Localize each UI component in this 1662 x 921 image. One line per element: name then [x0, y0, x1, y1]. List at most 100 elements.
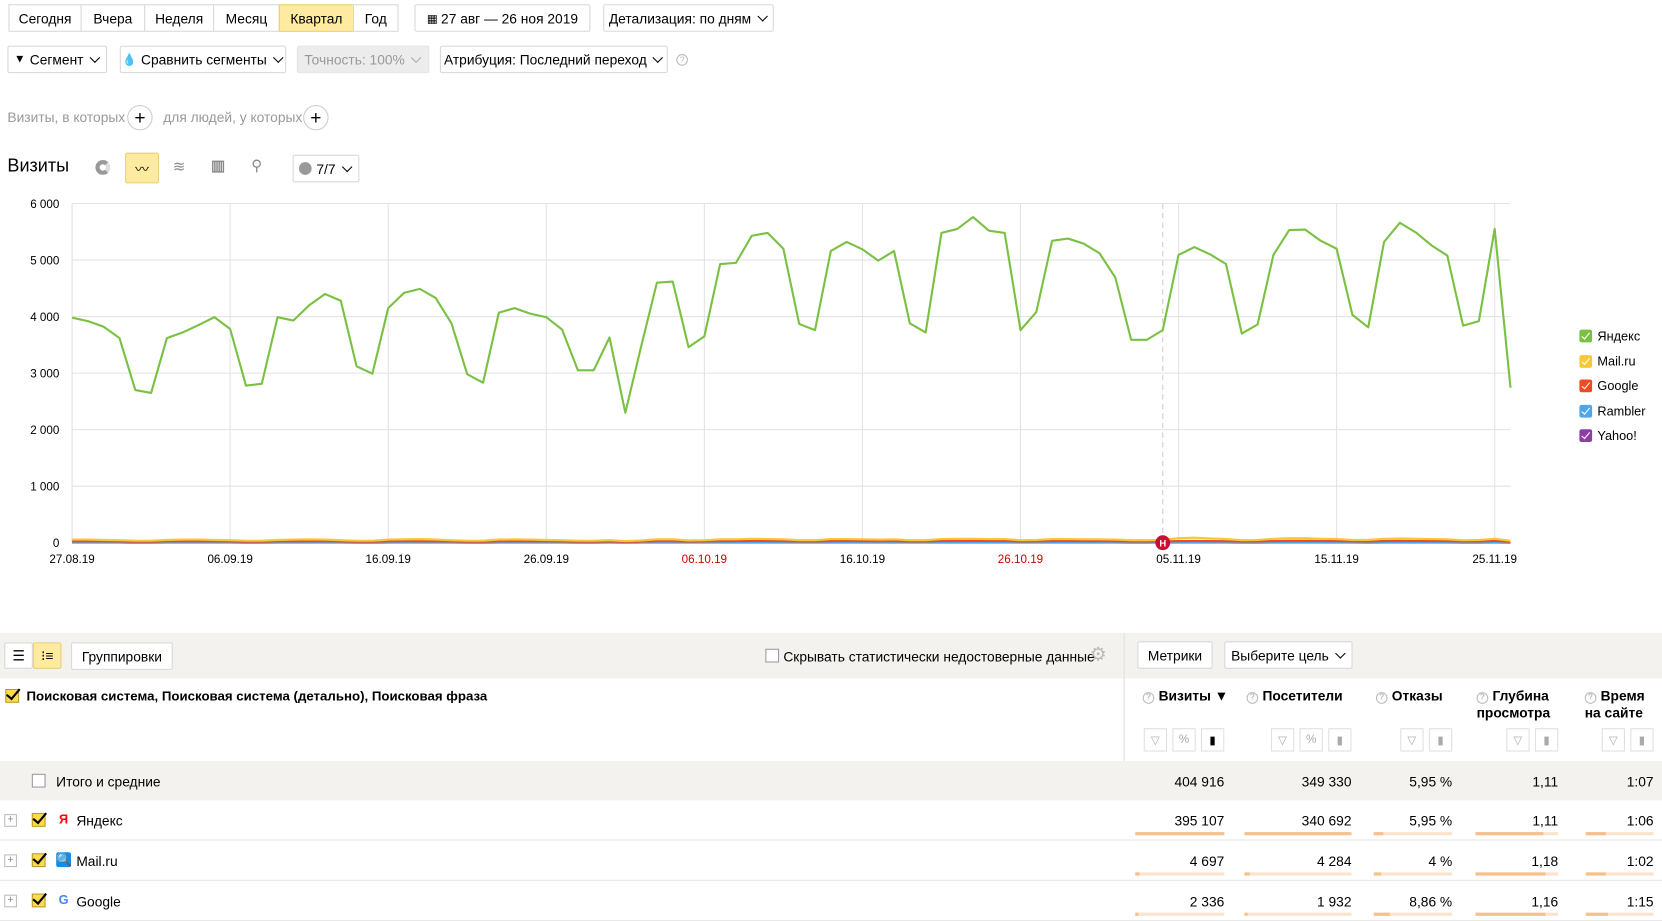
expand-icon[interactable]: + [4, 854, 17, 867]
list-view-icon[interactable]: ☰ [4, 642, 33, 669]
percent-icon[interactable]: % [1300, 728, 1323, 751]
yandex-icon: Я [56, 812, 71, 827]
percent-icon[interactable]: % [1172, 728, 1195, 751]
period-0[interactable]: Сегодня [8, 4, 81, 32]
cell-bar-fill [1374, 872, 1382, 875]
period-4[interactable]: Квартал [279, 4, 354, 32]
column-header-3[interactable]: ?Глубинапросмотра [1477, 688, 1551, 722]
filter-visits-label: Визиты, в которых [7, 109, 125, 125]
series-line-0[interactable] [72, 217, 1510, 413]
cell-bar [1374, 832, 1452, 835]
add-visit-condition-button[interactable]: + [127, 105, 152, 130]
legend-item[interactable]: Rambler [1579, 403, 1645, 418]
detail-dropdown[interactable]: Детализация: по дням [603, 4, 774, 32]
period-2[interactable]: Неделя [144, 4, 214, 32]
column-header-0[interactable]: ?Визиты ▼ [1143, 688, 1229, 705]
period-3[interactable]: Месяц [213, 4, 280, 32]
totals-checkbox[interactable] [32, 774, 46, 788]
cell-value: 4 284 [1317, 853, 1351, 869]
column-header-2[interactable]: ?Отказы [1376, 688, 1443, 705]
filter-icon[interactable]: ▽ [1271, 728, 1294, 751]
series-selector[interactable]: 7/7 [293, 155, 360, 183]
total-value: 1:07 [1627, 774, 1654, 790]
row-checkbox[interactable] [32, 894, 46, 908]
x-tick-label: 26.09.19 [524, 553, 569, 566]
row-checkbox[interactable] [32, 853, 46, 867]
cell-bar-fill [1374, 832, 1383, 835]
segment-button[interactable]: ▼Сегмент [7, 46, 107, 74]
cell-bar-fill [1135, 832, 1224, 835]
accuracy-dropdown[interactable]: Точность: 100% [297, 46, 430, 74]
filter-icon[interactable]: ▽ [1400, 728, 1423, 751]
cell-bar [1476, 832, 1559, 835]
help-icon[interactable]: ? [1585, 692, 1597, 704]
add-people-condition-button[interactable]: + [303, 105, 328, 130]
x-tick-label: 15.11.19 [1314, 553, 1359, 566]
period-5[interactable]: Год [353, 4, 399, 32]
cell-value: 340 692 [1302, 813, 1352, 829]
filter-icon[interactable]: ▽ [1602, 728, 1625, 751]
bars-icon[interactable]: ▮ [1535, 728, 1558, 751]
attribution-dropdown[interactable]: Атрибуция: Последний переход [440, 46, 668, 74]
hide-unreliable-checkbox[interactable] [765, 649, 779, 663]
cell-value: 1:06 [1627, 813, 1654, 829]
total-value: 404 916 [1174, 774, 1224, 790]
map-pin-icon[interactable]: ⚲ [251, 157, 262, 175]
cell-bar-fill [1374, 913, 1390, 916]
bars-icon[interactable]: ▮ [1201, 728, 1224, 751]
compare-segments-button[interactable]: 💧Сравнить сегменты [120, 46, 286, 74]
legend-item[interactable]: Яндекс [1579, 329, 1640, 344]
bars-icon[interactable]: ▮ [1429, 728, 1452, 751]
column-header-4[interactable]: ?Времяна сайте [1585, 688, 1645, 722]
filter-icon[interactable]: ▽ [1506, 728, 1529, 751]
total-value: 5,95 % [1409, 774, 1452, 790]
help-icon[interactable]: ? [676, 54, 688, 66]
legend-checkbox-icon [1579, 355, 1592, 368]
series-line-2[interactable] [72, 541, 1510, 542]
row-label[interactable]: Google [76, 894, 120, 910]
row-label[interactable]: Яндекс [76, 813, 122, 829]
cell-bar [1244, 872, 1351, 875]
x-tick-label: 25.11.19 [1472, 553, 1517, 566]
gear-icon[interactable]: ⚙ [1090, 643, 1107, 665]
legend-item[interactable]: Yahoo! [1579, 428, 1636, 443]
bars-icon[interactable]: ▮ [1630, 728, 1653, 751]
row-label[interactable]: Mail.ru [76, 853, 117, 869]
filter-icon: ▼ [14, 53, 26, 66]
chevron-down-icon [757, 11, 767, 21]
choose-goal-dropdown[interactable]: Выберите цель [1224, 641, 1352, 669]
total-value: 349 330 [1302, 774, 1352, 790]
legend-item[interactable]: Mail.ru [1579, 354, 1635, 369]
tree-view-icon[interactable]: ⁝≡ [33, 642, 62, 669]
groupings-button[interactable]: Группировки [71, 642, 173, 670]
expand-icon[interactable]: + [4, 895, 17, 908]
expand-icon[interactable]: + [4, 814, 17, 827]
cell-bar [1244, 832, 1351, 835]
date-range-button[interactable]: ▦ 27 авг — 26 ноя 2019 [414, 4, 590, 32]
chart-title: Визиты [7, 156, 69, 177]
help-icon[interactable]: ? [1143, 692, 1155, 704]
cell-value: 1,11 [1532, 813, 1558, 829]
period-1[interactable]: Вчера [81, 4, 146, 32]
filter-icon[interactable]: ▽ [1144, 728, 1167, 751]
column-header-1[interactable]: ?Посетители [1247, 688, 1343, 705]
cell-bar [1586, 872, 1654, 875]
bar-chart-icon[interactable]: ▥ [211, 157, 225, 175]
chevron-down-icon [1335, 648, 1345, 658]
area-chart-icon[interactable]: ≋ [173, 158, 185, 176]
bars-icon[interactable]: ▮ [1328, 728, 1351, 751]
help-icon[interactable]: ? [1376, 692, 1388, 704]
cell-bar-fill [1244, 832, 1351, 835]
select-all-checkbox[interactable] [5, 689, 19, 703]
legend-item[interactable]: Google [1579, 378, 1638, 393]
metrics-button[interactable]: Метрики [1137, 641, 1212, 669]
help-icon[interactable]: ? [1247, 692, 1259, 704]
cell-bar [1586, 913, 1654, 916]
help-icon[interactable]: ? [1477, 692, 1489, 704]
row-checkbox[interactable] [32, 813, 46, 827]
comment-icon [299, 162, 312, 175]
line-chart-icon[interactable]: 〰 [125, 153, 159, 184]
cell-value: 4 697 [1190, 853, 1224, 869]
annotation-label: Н [1159, 538, 1166, 549]
pie-chart-icon[interactable] [95, 160, 110, 175]
